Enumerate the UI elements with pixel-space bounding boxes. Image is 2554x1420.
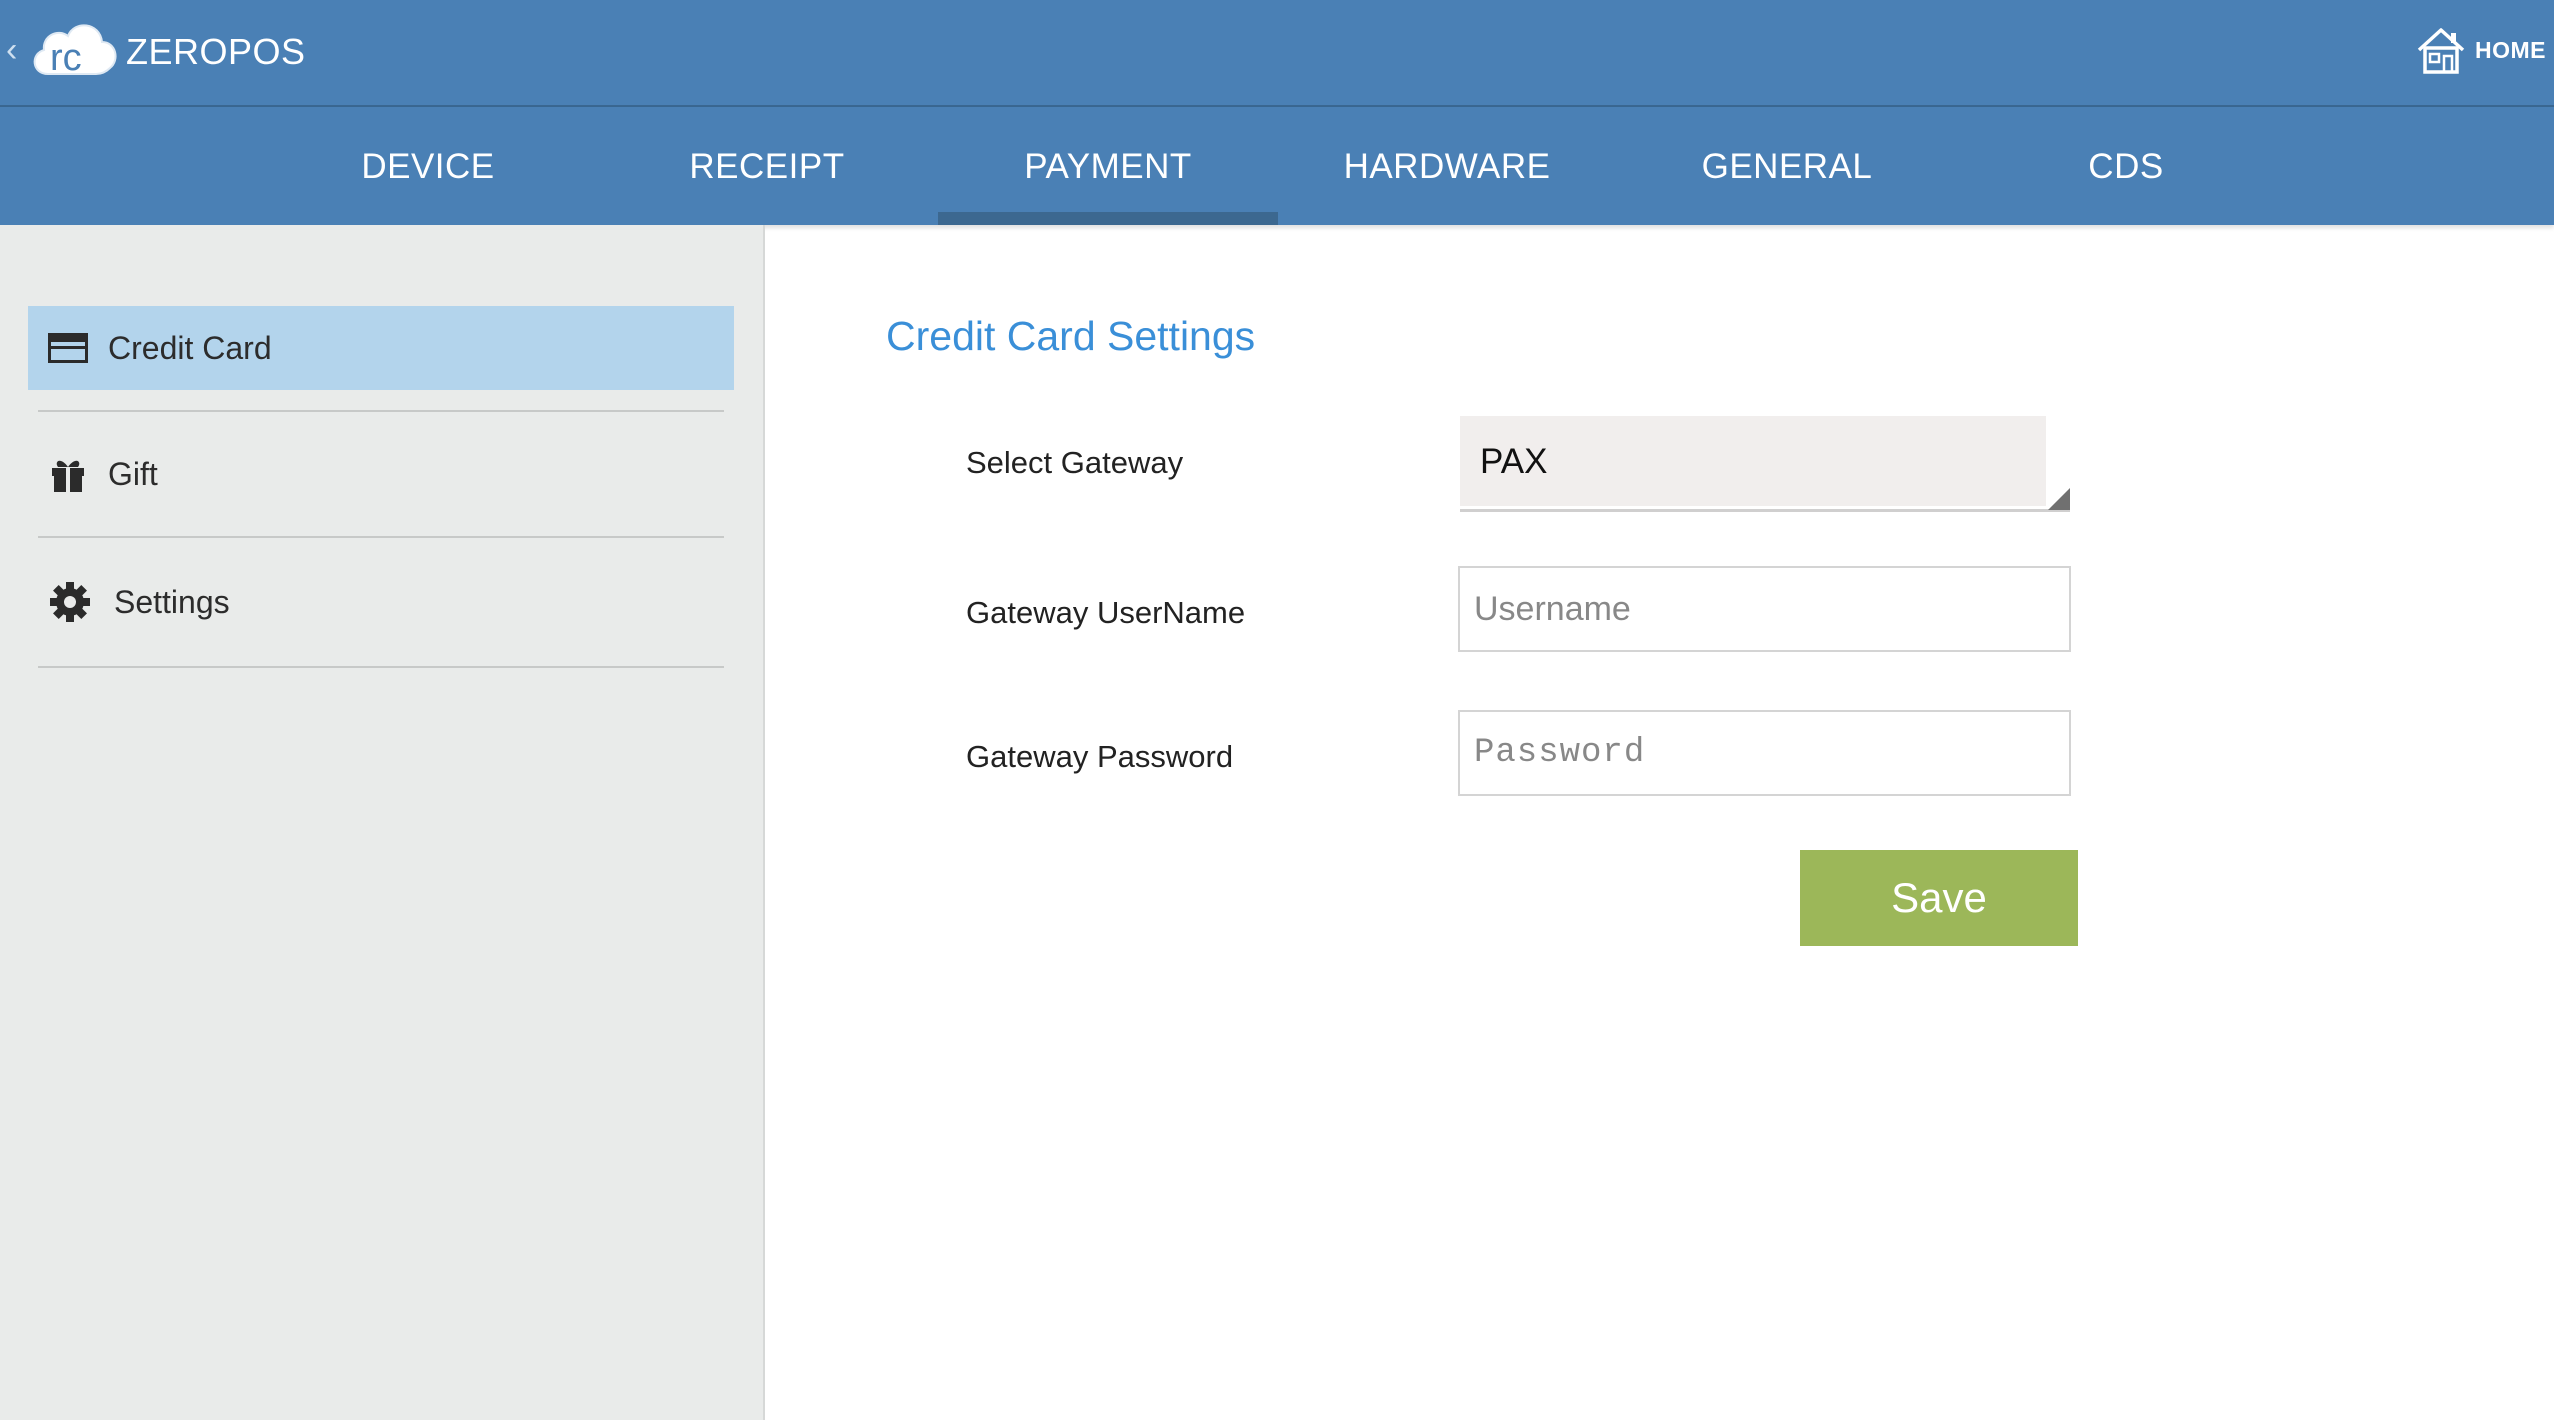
sidebar-item-credit-card[interactable]: Credit Card [28,306,734,390]
gateway-password-label: Gateway Password [966,739,1234,774]
select-gateway-label: Select Gateway [966,445,1184,480]
sidebar-item-settings[interactable]: Settings [28,560,736,644]
gateway-username-label: Gateway UserName [966,595,1246,630]
gateway-select[interactable]: PAX [1460,416,2070,512]
sidebar-item-gift[interactable]: Gift [28,432,736,516]
save-button[interactable]: Save [1800,850,2078,946]
app-bar: ‹ rc ZEROPOS HOME [0,0,2554,107]
back-chevron-icon[interactable]: ‹ [6,30,17,70]
logo-text: rc [50,37,82,79]
payment-sidebar: Credit Card Gift Settings [0,225,765,1420]
gateway-username-input[interactable] [1458,566,2071,652]
home-button[interactable]: HOME [2415,22,2546,78]
gear-icon [50,582,90,622]
tab-payment[interactable]: PAYMENT [938,107,1278,225]
dropdown-corner-icon [2048,488,2070,510]
home-label: HOME [2475,36,2546,63]
sidebar-divider [38,410,724,412]
app-logo[interactable]: rc [26,14,120,80]
gift-icon [52,460,84,492]
home-icon [2417,28,2465,74]
tab-cds[interactable]: CDS [1956,107,2296,225]
settings-tab-bar: DEVICE RECEIPT PAYMENT HARDWARE GENERAL … [0,107,2554,225]
section-title: Credit Card Settings [886,313,1256,359]
tab-device[interactable]: DEVICE [258,107,598,225]
sidebar-divider [38,536,724,538]
gateway-select-underline [1460,509,2070,512]
tab-general[interactable]: GENERAL [1617,107,1957,225]
credit-card-icon [48,333,88,363]
app-title: ZEROPOS [126,31,306,72]
sidebar-item-label: Gift [108,455,158,492]
gateway-select-value: PAX [1480,442,1548,481]
tab-hardware[interactable]: HARDWARE [1277,107,1617,225]
sidebar-item-label: Credit Card [108,329,272,366]
sidebar-item-label: Settings [114,583,230,620]
gateway-select-face [1460,416,2046,506]
tab-receipt[interactable]: RECEIPT [597,107,937,225]
gateway-password-input[interactable] [1458,710,2071,796]
sidebar-divider [38,666,724,668]
